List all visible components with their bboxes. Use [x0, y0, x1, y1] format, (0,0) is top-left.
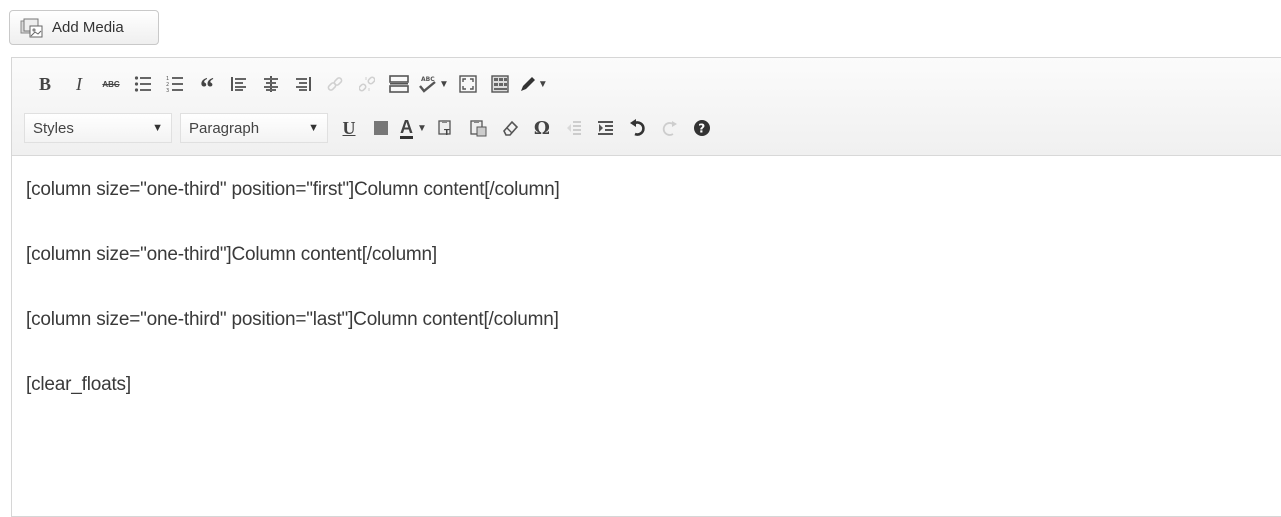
help-button[interactable]: ?: [689, 113, 715, 143]
read-more-icon: [389, 75, 409, 93]
outdent-button[interactable]: [561, 113, 587, 143]
spellcheck-button[interactable]: ABC ▼: [418, 69, 449, 99]
blockquote-icon: “: [200, 73, 214, 104]
visual-editor: B I ABC 1 2 3 “ ABC ▼ ▼ Styles ▼ Paragra…: [11, 57, 1281, 517]
align-left-button[interactable]: [226, 69, 252, 99]
editor-content-area[interactable]: [column size="one-third" position="first…: [12, 156, 1281, 516]
editor-toolbar: B I ABC 1 2 3 “ ABC ▼ ▼ Styles ▼ Paragra…: [12, 58, 1281, 156]
fullscreen-button[interactable]: [455, 69, 481, 99]
unlink-icon: [359, 76, 375, 92]
strikethrough-icon: ABC: [102, 79, 120, 89]
numbered-list-icon: 1 2 3: [166, 76, 183, 93]
text-color-icon: A: [400, 116, 413, 139]
align-right-button[interactable]: [290, 69, 316, 99]
bulleted-list-button[interactable]: [130, 69, 156, 99]
undo-icon: [629, 119, 645, 136]
add-media-label: Add Media: [52, 19, 124, 36]
styles-dropdown-label: Styles: [33, 119, 74, 137]
numbered-list-button[interactable]: 1 2 3: [162, 69, 188, 99]
align-right-icon: [296, 77, 311, 91]
italic-icon: I: [76, 73, 82, 94]
redo-icon: [662, 121, 677, 136]
strikethrough-button[interactable]: ABC: [98, 69, 124, 99]
pencil-icon: [520, 77, 535, 91]
format-dropdown-label: Paragraph: [189, 119, 260, 137]
pen-tool-button[interactable]: ▼: [519, 69, 548, 99]
link-icon: [327, 77, 343, 91]
help-icon: ?: [693, 120, 710, 136]
omega-icon: Ω: [533, 117, 550, 139]
format-dropdown[interactable]: Paragraph ▼: [180, 113, 328, 143]
outdent-icon: [566, 121, 581, 135]
insert-link-button[interactable]: [322, 69, 348, 99]
undo-button[interactable]: [625, 113, 651, 143]
eraser-icon: [502, 120, 519, 136]
format-dropdown-arrow-icon: ▼: [308, 122, 319, 134]
clear-formatting-button[interactable]: [497, 113, 523, 143]
bulleted-list-icon: [134, 76, 151, 92]
content-paragraph[interactable]: [column size="one-third" position="first…: [26, 179, 560, 201]
align-left-icon: [231, 77, 246, 91]
redo-button[interactable]: [657, 113, 683, 143]
toolbar-row-1: B I ABC 1 2 3 “ ABC ▼ ▼: [12, 67, 1281, 104]
content-paragraph[interactable]: [column size="one-third"]Column content[…: [26, 244, 437, 266]
styles-dropdown[interactable]: Styles ▼: [24, 113, 172, 143]
paste-text-icon: T: [438, 120, 451, 137]
content-paragraph[interactable]: [column size="one-third" position="last"…: [26, 309, 559, 331]
bold-button[interactable]: B: [32, 69, 58, 99]
svg-text:T: T: [444, 128, 450, 137]
paste-as-text-button[interactable]: T: [433, 113, 459, 143]
add-media-icon: [20, 18, 44, 38]
paste-word-icon: [470, 120, 487, 137]
add-media-button[interactable]: Add Media: [9, 10, 159, 45]
text-color-dropdown-arrow-icon[interactable]: ▼: [417, 123, 427, 134]
svg-text:3: 3: [166, 88, 169, 93]
underline-icon: U: [342, 117, 356, 138]
insert-more-tag-button[interactable]: [386, 69, 412, 99]
special-character-button[interactable]: Ω: [529, 113, 555, 143]
indent-icon: [597, 121, 613, 135]
italic-button[interactable]: I: [66, 69, 92, 99]
underline-button[interactable]: U: [336, 113, 362, 143]
indent-button[interactable]: [593, 113, 619, 143]
content-paragraph[interactable]: [clear_floats]: [26, 374, 131, 396]
bold-icon: B: [38, 73, 51, 94]
toolbar-row-2: Styles ▼ Paragraph ▼ U A ▼ T Ω ?: [12, 111, 1281, 145]
styles-dropdown-arrow-icon: ▼: [152, 122, 163, 134]
text-color-button[interactable]: A ▼: [400, 113, 427, 143]
blockquote-button[interactable]: “: [194, 69, 220, 104]
spellcheck-icon: ABC: [419, 76, 436, 93]
toolbar-toggle-button[interactable]: [487, 69, 513, 99]
paste-from-word-button[interactable]: [465, 113, 491, 143]
align-center-button[interactable]: [258, 69, 284, 99]
kitchen-sink-icon: [491, 75, 509, 93]
pen-dropdown-arrow-icon[interactable]: ▼: [538, 79, 548, 90]
svg-text:ABC: ABC: [421, 76, 435, 83]
unlink-button[interactable]: [354, 69, 380, 99]
justify-button[interactable]: [368, 113, 394, 143]
align-center-icon: [264, 76, 278, 92]
fullscreen-icon: [459, 75, 477, 93]
media-buttons-bar: Add Media: [0, 0, 1281, 58]
justify-icon: [374, 121, 388, 135]
svg-text:?: ?: [698, 122, 705, 136]
spellcheck-dropdown-arrow-icon[interactable]: ▼: [439, 79, 449, 90]
